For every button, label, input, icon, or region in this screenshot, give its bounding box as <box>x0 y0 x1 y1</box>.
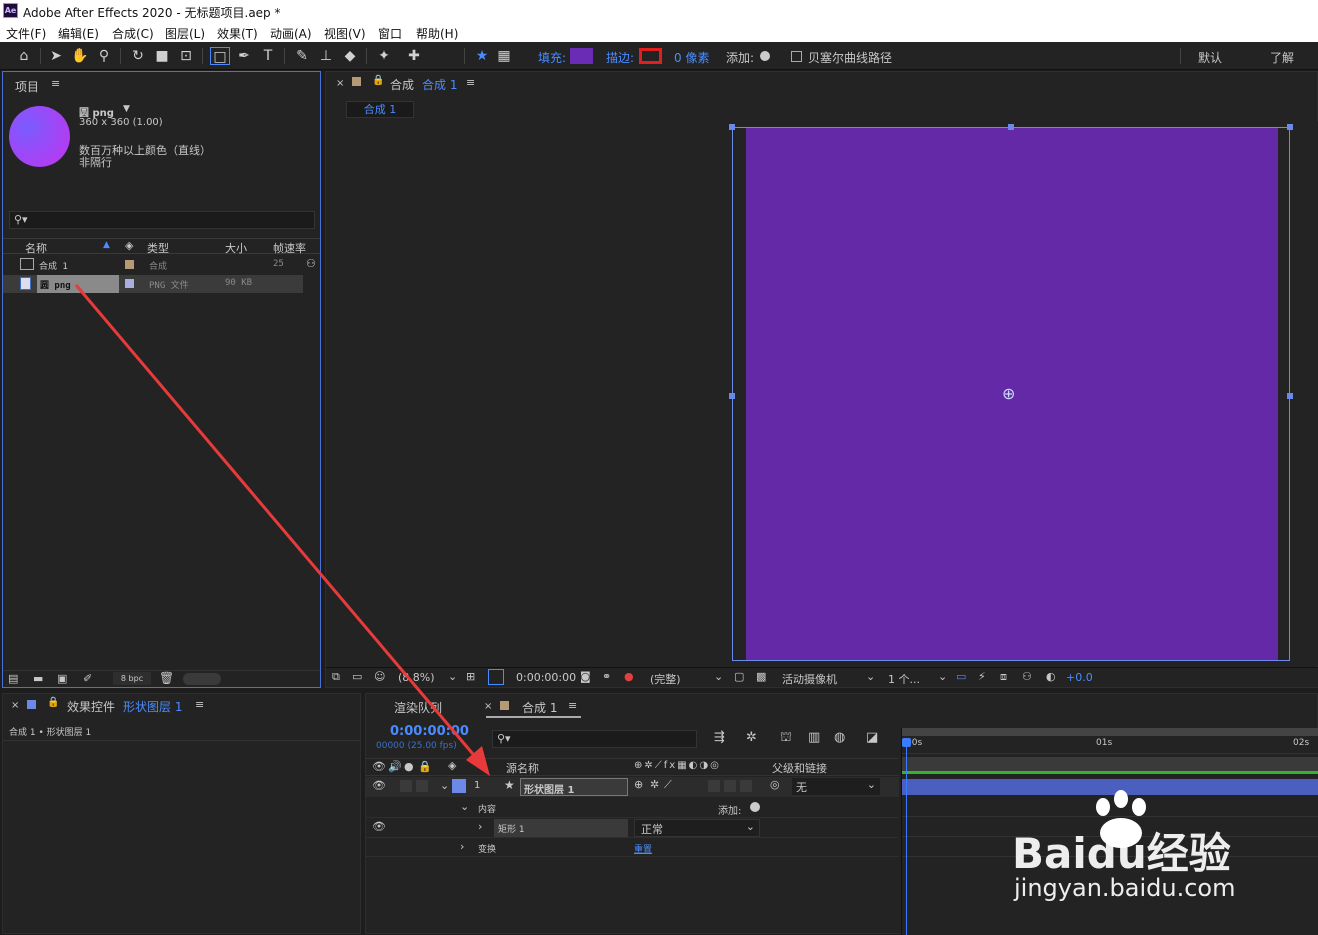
baidu-watermark: Baidu经验 jingyan.baidu.com <box>1008 790 1308 910</box>
watermark-brand: Baidu经验 <box>1012 829 1231 878</box>
watermark-url: jingyan.baidu.com <box>1014 874 1236 902</box>
